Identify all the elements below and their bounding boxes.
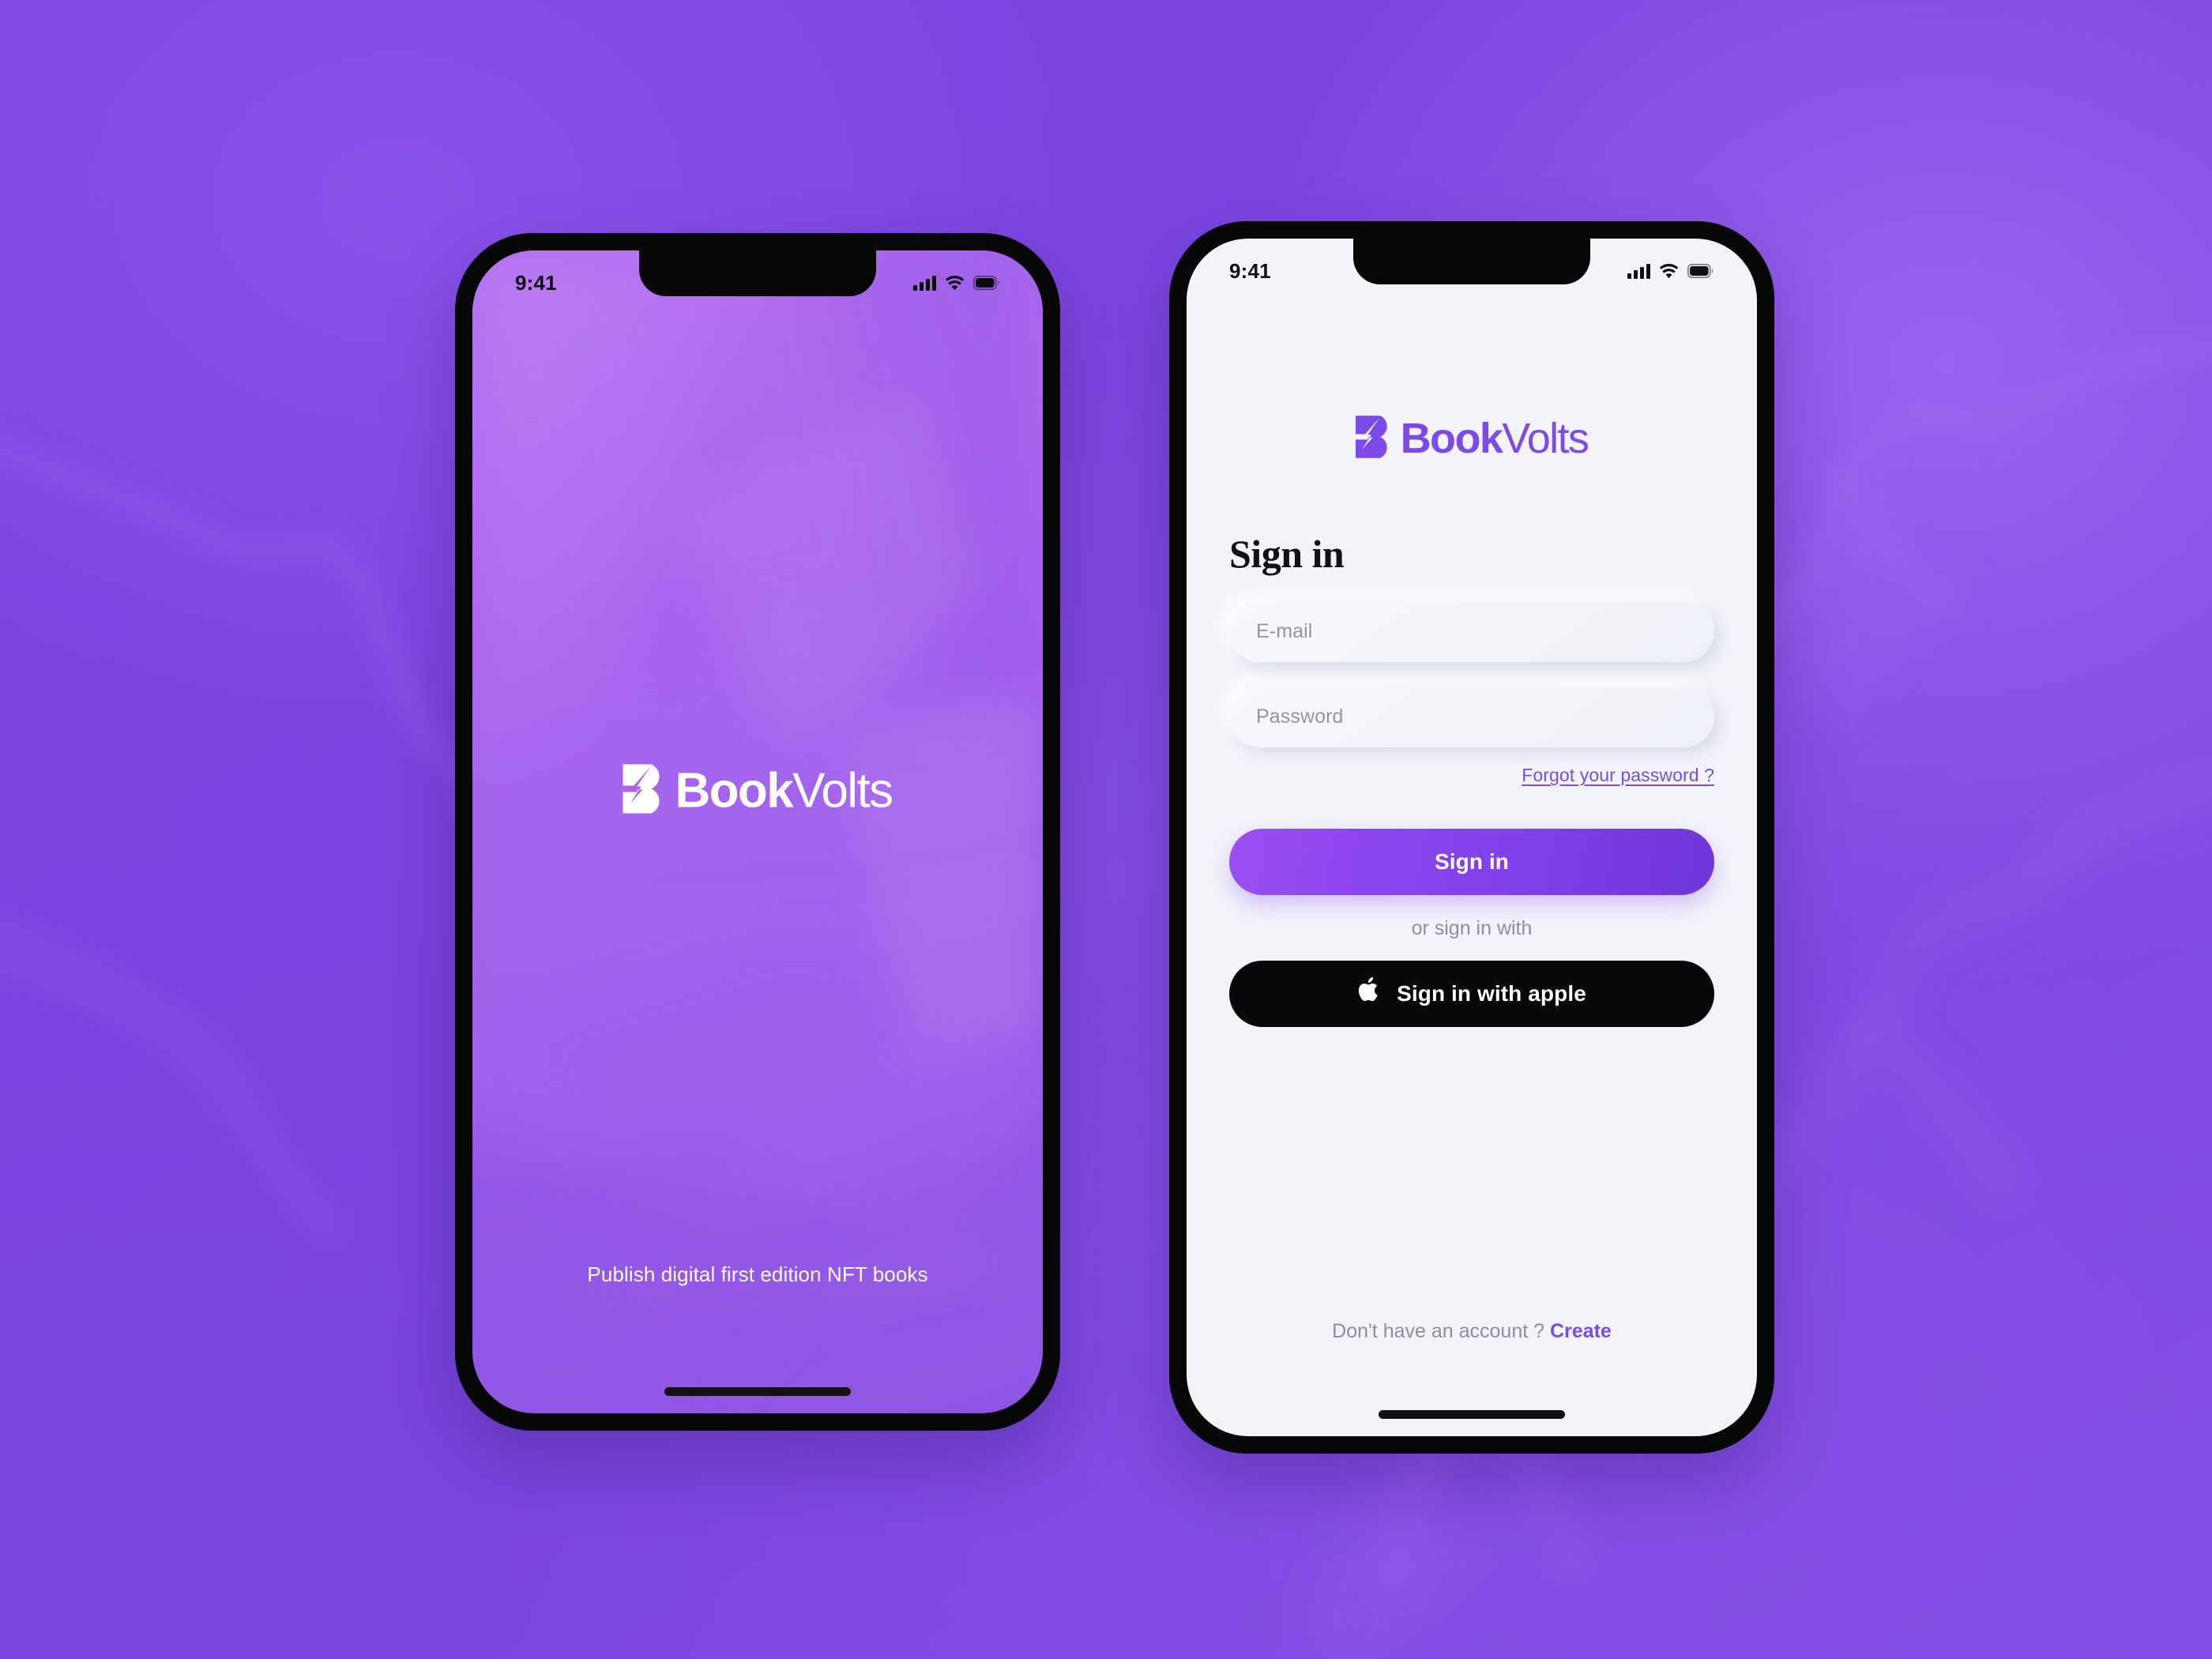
wifi-icon — [1659, 263, 1679, 279]
password-field-placeholder: Password — [1256, 705, 1344, 728]
apple-logo-icon — [1357, 976, 1381, 1010]
signup-prompt-row: Don't have an account ? Create — [1229, 1320, 1714, 1343]
forgot-password-link[interactable]: Forgot your password ? — [1522, 765, 1714, 786]
device-notch — [1353, 239, 1590, 284]
battery-icon — [973, 276, 1000, 290]
logo-wordmark: BookVolts — [1400, 415, 1589, 462]
divider-label: or sign in with — [1411, 917, 1533, 939]
splash-background: 9:41 BookVolts Publish digital first edi… — [472, 250, 1043, 1413]
signin-screen: 9:41 BookVolts Sign in E-mail Password F… — [1187, 239, 1757, 1436]
forgot-password-row: Forgot your password ? — [1229, 765, 1714, 786]
device-notch — [639, 250, 876, 296]
phone-mockup-splash: 9:41 BookVolts Publish digital first edi… — [455, 233, 1060, 1431]
signin-logo: BookVolts — [1229, 414, 1714, 463]
cellular-signal-icon — [1627, 263, 1650, 279]
b-lightning-bolt-icon — [1355, 415, 1395, 462]
background-lightning-decoration — [0, 0, 2212, 1659]
sign-in-with-apple-button[interactable]: Sign in with apple — [1229, 961, 1714, 1027]
sign-in-button[interactable]: Sign in — [1229, 829, 1714, 895]
splash-screen: 9:41 BookVolts Publish digital first edi… — [472, 250, 1043, 1413]
status-time: 9:41 — [515, 270, 557, 295]
phone-mockup-signin: 9:41 BookVolts Sign in E-mail Password F… — [1169, 221, 1774, 1454]
page-title: Sign in — [1229, 532, 1345, 576]
create-account-link[interactable]: Create — [1550, 1320, 1612, 1342]
home-indicator[interactable] — [664, 1387, 851, 1396]
signup-prompt-text: Don't have an account ? — [1332, 1320, 1545, 1342]
email-field-placeholder: E-mail — [1256, 619, 1313, 642]
status-icons — [1627, 263, 1714, 279]
splash-gradient-folds — [472, 250, 1043, 1413]
status-time: 9:41 — [1229, 258, 1271, 283]
wifi-icon — [945, 275, 965, 291]
b-lightning-bolt-icon — [623, 764, 668, 818]
home-indicator[interactable] — [1379, 1410, 1565, 1419]
logo-wordmark: BookVolts — [675, 763, 893, 818]
sign-in-with-apple-label: Sign in with apple — [1397, 981, 1586, 1006]
signin-background: 9:41 BookVolts Sign in E-mail Password F… — [1187, 239, 1757, 1436]
password-field[interactable]: Password — [1229, 686, 1714, 747]
signin-content: BookVolts Sign in E-mail Password Forgot… — [1187, 239, 1757, 1436]
splash-tagline: Publish digital first edition NFT books — [587, 1262, 928, 1286]
cellular-signal-icon — [913, 275, 936, 291]
email-field[interactable]: E-mail — [1229, 600, 1714, 662]
splash-logo: BookVolts — [623, 763, 893, 819]
status-icons — [913, 275, 1000, 291]
battery-icon — [1687, 264, 1714, 278]
